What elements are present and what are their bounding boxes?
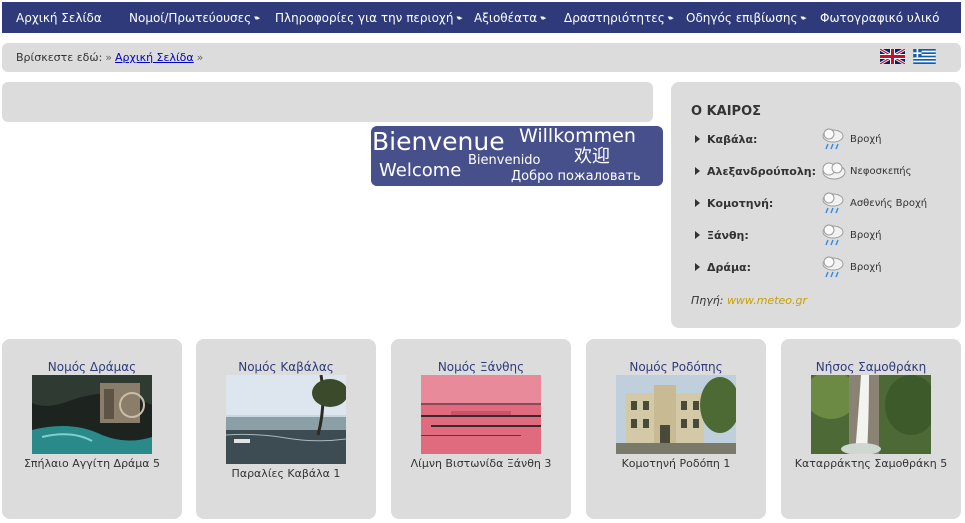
card-title[interactable]: Νήσος Σαμοθράκη [781, 360, 961, 374]
nav-item-label: Πληροφορίες για την περιοχή [275, 10, 454, 25]
weather-city: Αλεξανδρούπολη: [707, 164, 817, 178]
nav-item-label: Νομοί/Πρωτεύουσες [129, 10, 252, 25]
weather-source-label: Πηγή: [691, 294, 724, 307]
prefecture-card-drama: Νομός Δράμας Σπήλαιο Αγγίτη Δράμα 5 [2, 339, 182, 519]
main-nav: Αρχική Σελίδα Νομοί/Πρωτεύουσες ▾▸ Πληρο… [2, 2, 961, 33]
weather-row: Δράμα: Βροχή [695, 253, 955, 281]
beach-photo [226, 375, 346, 464]
welcome-word: Добро пожаловать [511, 169, 641, 184]
rain-cloud-icon [822, 192, 844, 214]
breadcrumb-separator: » [105, 51, 113, 64]
nav-item-label: Οδηγός επιβίωσης [686, 10, 798, 25]
cave-photo [32, 375, 152, 454]
card-title[interactable]: Νομός Καβάλας [196, 360, 376, 374]
weather-city: Κομοτηνή: [707, 196, 774, 210]
bullet-arrow-icon [695, 263, 700, 271]
nav-item-home[interactable]: Αρχική Σελίδα [16, 11, 102, 25]
weather-row: Αλεξανδρούπολη: Νεφοσκεπής [695, 157, 955, 185]
bullet-arrow-icon [695, 167, 700, 175]
banner-bar [2, 82, 653, 122]
prefecture-card-samothraki: Νήσος Σαμοθράκη Καταρράκτης Σαμοθράκη 5 [781, 339, 961, 519]
prefecture-card-rodopi: Νομός Ροδόπης Κομοτηνή Ροδόπη 1 [586, 339, 766, 519]
bullet-arrow-icon [695, 199, 700, 207]
welcome-banner: Bienvenue Willkommen Bienvenido 欢迎 Welco… [371, 126, 663, 186]
weather-source: Πηγή: www.meteo.gr [691, 294, 807, 307]
card-photo[interactable] [616, 375, 736, 454]
card-caption: Παραλίες Καβάλα 1 [231, 467, 341, 480]
card-photo[interactable] [226, 375, 346, 464]
dropdown-arrow-icon: ▾▸ [540, 13, 546, 22]
card-caption: Λίμνη Βιστωνίδα Ξάνθη 3 [410, 457, 552, 470]
card-caption: Σπήλαιο Αγγίτη Δράμα 5 [23, 457, 161, 470]
welcome-word: Willkommen [519, 126, 636, 147]
weather-condition: Βροχή [850, 133, 882, 145]
weather-condition: Νεφοσκεπής [850, 165, 912, 177]
nav-item-activities[interactable]: Δραστηριότητες ▾▸ [564, 10, 674, 25]
card-title[interactable]: Νομός Ξάνθης [391, 360, 571, 374]
card-title[interactable]: Νομός Ροδόπης [586, 360, 766, 374]
weather-row: Κομοτηνή: Ασθενής Βροχή [695, 189, 955, 217]
bullet-arrow-icon [695, 231, 700, 239]
nav-item-label: Δραστηριότητες [564, 10, 665, 25]
rain-cloud-icon [822, 256, 844, 278]
weather-condition: Βροχή [850, 229, 882, 241]
breadcrumb: Βρίσκεστε εδώ: » Αρχική Σελίδα » [2, 43, 961, 72]
nav-item-photos[interactable]: Φωτογραφικό υλικό [820, 11, 939, 25]
welcome-word: Bienvenue [372, 127, 505, 156]
nav-item-label: Αξιοθέατα [474, 10, 538, 25]
prefecture-card-kavala: Νομός Καβάλας Παραλίες Καβάλα 1 [196, 339, 376, 519]
card-photo[interactable] [421, 375, 541, 454]
weather-condition: Βροχή [850, 261, 882, 273]
weather-city: Καβάλα: [707, 132, 758, 146]
nav-item-prefectures[interactable]: Νομοί/Πρωτεύουσες ▾▸ [129, 10, 260, 25]
welcome-word: 欢迎 [574, 146, 610, 167]
card-title[interactable]: Νομός Δράμας [2, 360, 182, 374]
greek-flag-icon[interactable] [912, 49, 937, 64]
weather-title: Ο ΚΑΙΡΟΣ [691, 104, 762, 119]
weather-city: Δράμα: [707, 260, 751, 274]
building-photo [616, 375, 736, 454]
welcome-word: Bienvenido [468, 153, 541, 168]
nav-item-survival-guide[interactable]: Οδηγός επιβίωσης ▾▸ [686, 10, 807, 25]
rain-cloud-icon [822, 128, 844, 150]
card-caption: Κομοτηνή Ροδόπη 1 [621, 457, 731, 470]
breadcrumb-separator: » [196, 51, 204, 64]
rain-cloud-icon [822, 224, 844, 246]
waterfall-photo [811, 375, 931, 454]
nav-item-label: Αρχική Σελίδα [16, 10, 102, 25]
dropdown-arrow-icon: ▾▸ [667, 13, 674, 22]
uk-flag-icon[interactable] [880, 49, 905, 64]
dropdown-arrow-icon: ▾▸ [254, 13, 260, 22]
cloud-icon [822, 162, 846, 180]
weather-city: Ξάνθη: [707, 228, 749, 242]
weather-row: Καβάλα: Βροχή [695, 125, 955, 153]
welcome-word: Welcome [379, 160, 462, 181]
prefecture-card-xanthi: Νομός Ξάνθης Λίμνη Βιστωνίδα Ξάνθη 3 [391, 339, 571, 519]
weather-row: Ξάνθη: Βροχή [695, 221, 955, 249]
nav-item-sights[interactable]: Αξιοθέατα ▾▸ [474, 10, 546, 25]
dropdown-arrow-icon: ▾▸ [800, 13, 807, 22]
bullet-arrow-icon [695, 135, 700, 143]
weather-source-link[interactable]: www.meteo.gr [727, 294, 807, 307]
nav-item-area-info[interactable]: Πληροφορίες για την περιοχή ▾▸ [275, 10, 463, 25]
card-photo[interactable] [811, 375, 931, 454]
weather-condition: Ασθενής Βροχή [850, 197, 928, 209]
breadcrumb-home-link[interactable]: Αρχική Σελίδα [115, 51, 194, 64]
nav-item-label: Φωτογραφικό υλικό [820, 10, 940, 25]
card-photo[interactable] [32, 375, 152, 454]
dropdown-arrow-icon: ▾▸ [456, 13, 462, 22]
card-caption: Καταρράκτης Σαμοθράκη 5 [794, 457, 948, 470]
lake-photo [421, 375, 541, 454]
weather-panel: Ο ΚΑΙΡΟΣ Καβάλα: Βροχή Αλεξανδρούπολη: Ν… [671, 82, 961, 328]
breadcrumb-prefix: Βρίσκεστε εδώ: [16, 51, 103, 64]
